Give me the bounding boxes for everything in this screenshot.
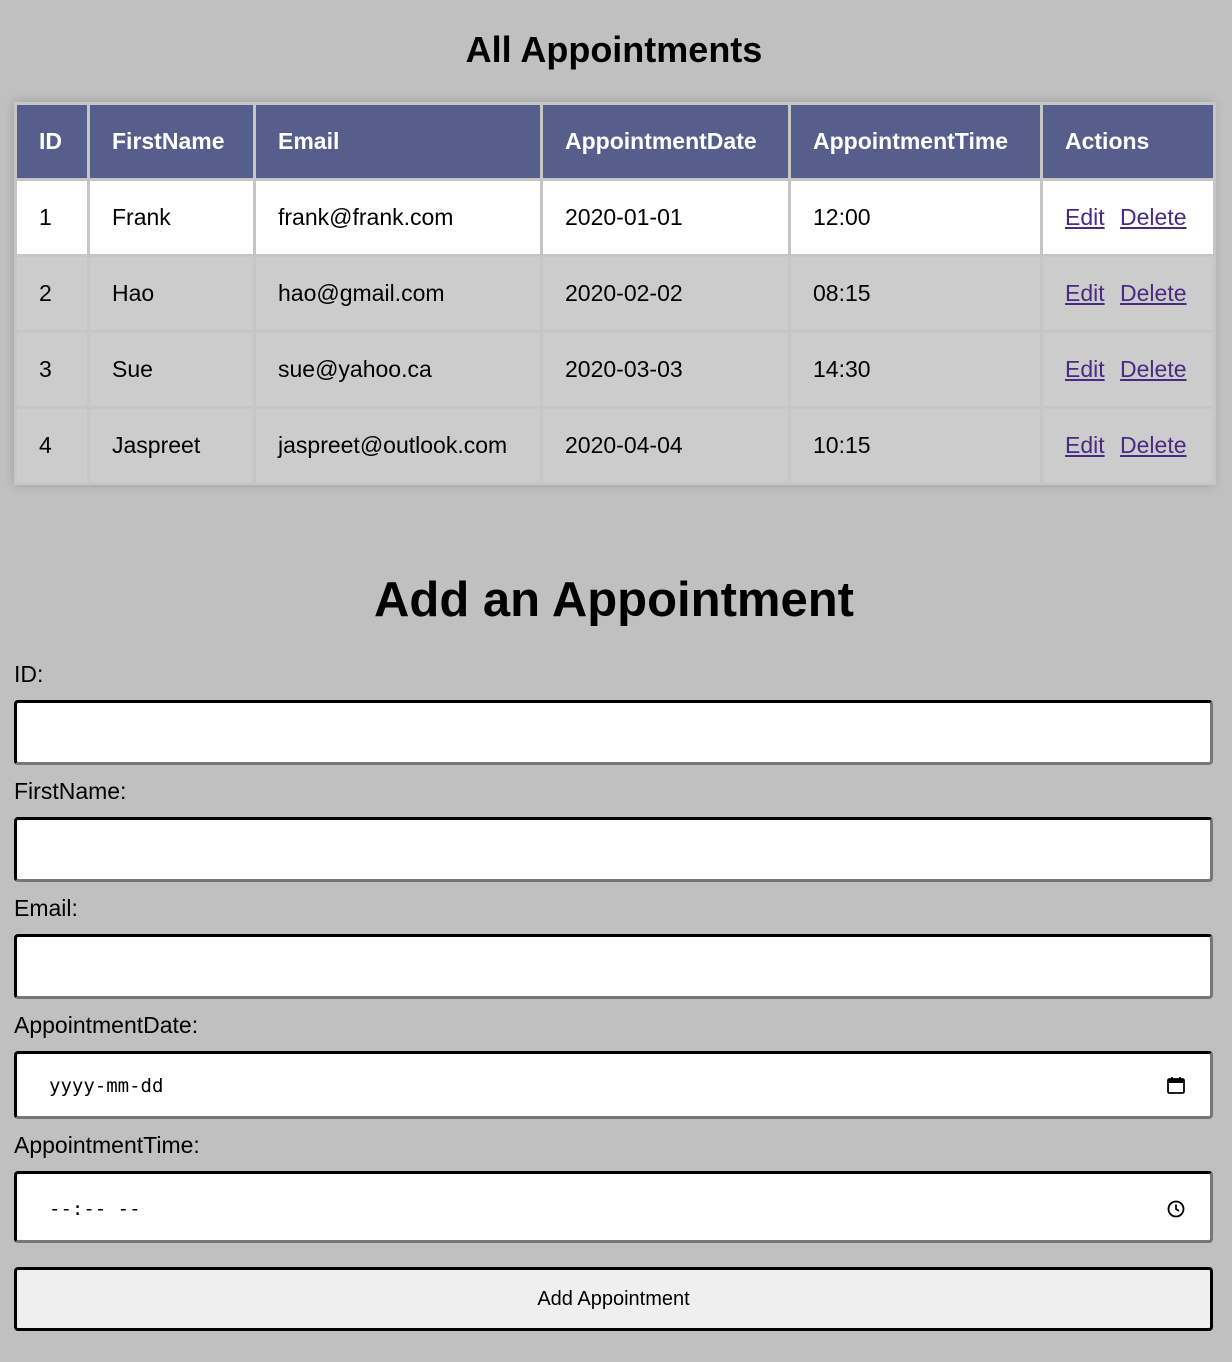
appointment-time-label: AppointmentTime: [14, 1132, 200, 1158]
delete-link[interactable]: Delete [1120, 356, 1186, 382]
delete-link[interactable]: Delete [1120, 280, 1186, 306]
cell-appointment-time: 12:00 [788, 178, 1043, 257]
id-input[interactable] [17, 703, 1210, 762]
cell-appointment-date: 2020-02-02 [540, 254, 791, 333]
column-header-email: Email [253, 102, 543, 181]
cell-appointment-date: 2020-04-04 [540, 406, 791, 485]
email-field-wrapper [14, 934, 1213, 999]
column-header-appointment-time: AppointmentTime [788, 102, 1043, 181]
cell-first-name: Sue [87, 330, 256, 409]
column-header-appointment-date: AppointmentDate [540, 102, 791, 181]
id-label: ID: [14, 661, 44, 687]
appointments-title: All Appointments [465, 29, 763, 70]
table-row: 2 Hao hao@gmail.com 2020-02-02 08:15 Edi… [14, 254, 1216, 333]
table-header-row: ID FirstName Email AppointmentDate Appoi… [14, 102, 1216, 181]
cell-id: 1 [14, 178, 90, 257]
page: All Appointments ID FirstName Email Appo… [0, 0, 1232, 1362]
delete-link[interactable]: Delete [1120, 432, 1186, 458]
date-placeholder: yyyy-mm-dd [49, 1075, 164, 1097]
table-row: 3 Sue sue@yahoo.ca 2020-03-03 14:30 Edit… [14, 330, 1216, 409]
email-input[interactable] [17, 937, 1210, 996]
cell-email: frank@frank.com [253, 178, 543, 257]
cell-actions: Edit Delete [1040, 254, 1216, 333]
column-header-first-name: FirstName [87, 102, 256, 181]
email-label: Email: [14, 895, 78, 921]
cell-id: 3 [14, 330, 90, 409]
cell-first-name: Jaspreet [87, 406, 256, 485]
first-name-input[interactable] [17, 820, 1210, 879]
edit-link[interactable]: Edit [1065, 356, 1105, 382]
first-name-label: FirstName: [14, 778, 127, 804]
cell-first-name: Frank [87, 178, 256, 257]
cell-email: hao@gmail.com [253, 254, 543, 333]
cell-id: 2 [14, 254, 90, 333]
appointments-table: ID FirstName Email AppointmentDate Appoi… [14, 102, 1216, 485]
cell-actions: Edit Delete [1040, 178, 1216, 257]
appointments-table-container: ID FirstName Email AppointmentDate Appoi… [14, 102, 1216, 485]
appointment-date-input[interactable]: yyyy-mm-dd [14, 1051, 1213, 1119]
edit-link[interactable]: Edit [1065, 204, 1105, 230]
table-row: 4 Jaspreet jaspreet@outlook.com 2020-04-… [14, 406, 1216, 485]
cell-appointment-time: 10:15 [788, 406, 1043, 485]
calendar-icon[interactable] [1166, 1075, 1186, 1095]
cell-appointment-time: 14:30 [788, 330, 1043, 409]
time-placeholder: --:-- -- [49, 1198, 141, 1220]
cell-email: jaspreet@outlook.com [253, 406, 543, 485]
column-header-actions: Actions [1040, 102, 1216, 181]
delete-link[interactable]: Delete [1120, 204, 1186, 230]
cell-actions: Edit Delete [1040, 406, 1216, 485]
cell-appointment-time: 08:15 [788, 254, 1043, 333]
cell-actions: Edit Delete [1040, 330, 1216, 409]
add-appointment-button[interactable]: Add Appointment [14, 1267, 1213, 1331]
edit-link[interactable]: Edit [1065, 432, 1105, 458]
cell-first-name: Hao [87, 254, 256, 333]
edit-link[interactable]: Edit [1065, 280, 1105, 306]
id-field-wrapper [14, 700, 1213, 765]
cell-id: 4 [14, 406, 90, 485]
appointment-time-input[interactable]: --:-- -- [14, 1171, 1213, 1243]
cell-appointment-date: 2020-01-01 [540, 178, 791, 257]
column-header-id: ID [14, 102, 90, 181]
table-row: 1 Frank frank@frank.com 2020-01-01 12:00… [14, 178, 1216, 257]
add-appointment-title: Add an Appointment [374, 573, 854, 627]
clock-icon[interactable] [1166, 1199, 1186, 1219]
cell-email: sue@yahoo.ca [253, 330, 543, 409]
appointment-date-label: AppointmentDate: [14, 1012, 199, 1038]
cell-appointment-date: 2020-03-03 [540, 330, 791, 409]
first-name-field-wrapper [14, 817, 1213, 882]
